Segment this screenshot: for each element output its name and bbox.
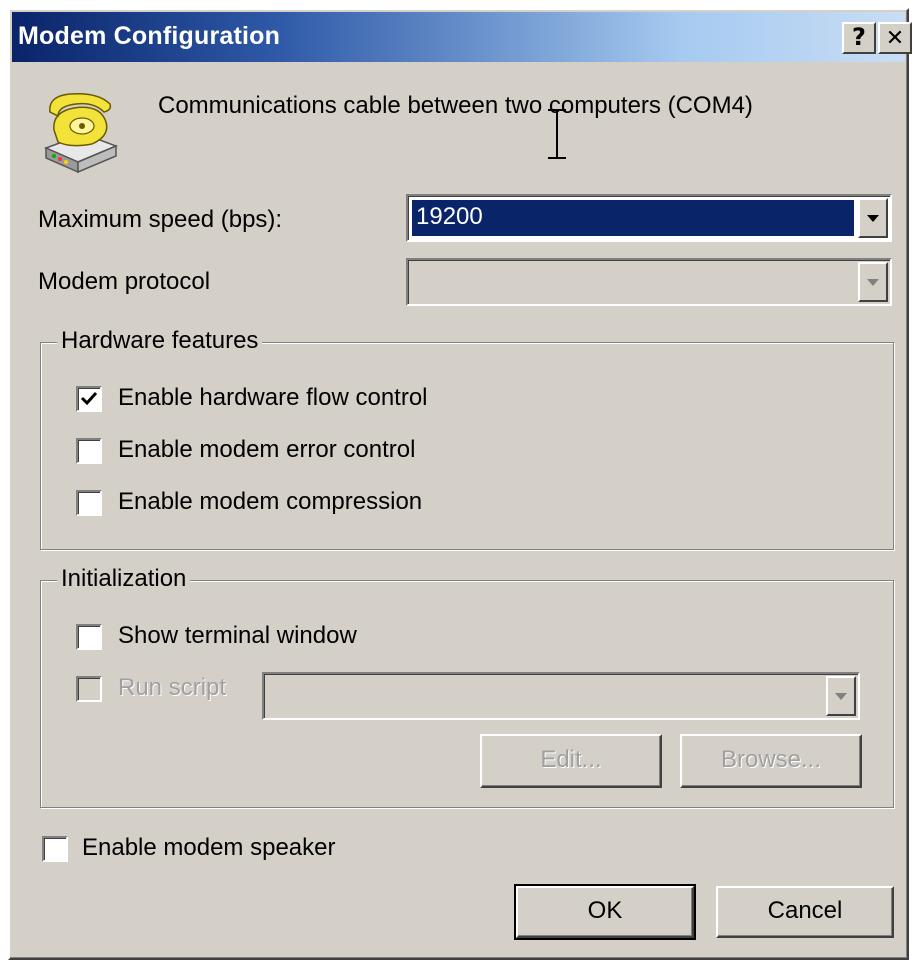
modem-compression-checkbox[interactable] [76, 490, 102, 516]
title-bar[interactable]: Modem Configuration ? ✕ [12, 12, 912, 62]
telephone-modem-icon [43, 92, 119, 174]
maximum-speed-label: Maximum speed (bps): [38, 206, 283, 233]
run-script-label: Run script [118, 674, 227, 701]
speed-dropdown-arrow[interactable] [858, 198, 888, 238]
show-terminal-window-label: Show terminal window [118, 622, 357, 649]
script-dropdown-arrow[interactable] [826, 676, 856, 716]
ok-button-label: OK [587, 897, 623, 924]
browse-button-label: Browse... [720, 746, 822, 773]
hardware-flow-control-label: Enable hardware flow control [118, 384, 428, 411]
initialization-title: Initialization [57, 565, 191, 593]
modem-protocol-label: Modem protocol [38, 268, 211, 295]
cancel-button-label: Cancel [767, 897, 843, 924]
browse-button[interactable]: Browse... [680, 734, 862, 788]
speed-selection-highlight: 19200 [412, 200, 854, 236]
modem-protocol-select[interactable] [406, 258, 892, 306]
modem-configuration-dialog: Modem Configuration ? ✕ Communications c… [8, 8, 912, 960]
modem-error-control-label: Enable modem error control [118, 436, 416, 463]
speed-value: 19200 [416, 203, 483, 230]
close-icon: ✕ [885, 26, 905, 51]
script-path-select[interactable] [262, 672, 860, 720]
close-button[interactable]: ✕ [878, 22, 912, 54]
modem-compression-label: Enable modem compression [118, 488, 423, 515]
cancel-button[interactable]: Cancel [716, 886, 894, 938]
ok-button[interactable]: OK [514, 884, 696, 940]
modem-speaker-checkbox[interactable] [42, 836, 68, 862]
text-cursor-icon [548, 109, 566, 159]
help-icon: ? [852, 23, 866, 51]
edit-button[interactable]: Edit... [480, 734, 662, 788]
protocol-dropdown-arrow[interactable] [858, 262, 888, 302]
modem-error-control-checkbox[interactable] [76, 438, 102, 464]
connection-description: Communications cable between two compute… [158, 92, 753, 119]
help-button[interactable]: ? [842, 22, 876, 54]
maximum-speed-select[interactable]: 19200 [406, 194, 892, 242]
edit-button-label: Edit... [540, 746, 602, 773]
hardware-flow-control-checkbox[interactable] [76, 386, 102, 412]
hardware-features-title: Hardware features [57, 327, 263, 355]
show-terminal-window-checkbox[interactable] [76, 624, 102, 650]
modem-speaker-label: Enable modem speaker [82, 834, 336, 861]
checkmark-icon [80, 391, 98, 406]
run-script-checkbox[interactable] [76, 676, 102, 702]
dialog-title: Modem Configuration [18, 22, 281, 50]
